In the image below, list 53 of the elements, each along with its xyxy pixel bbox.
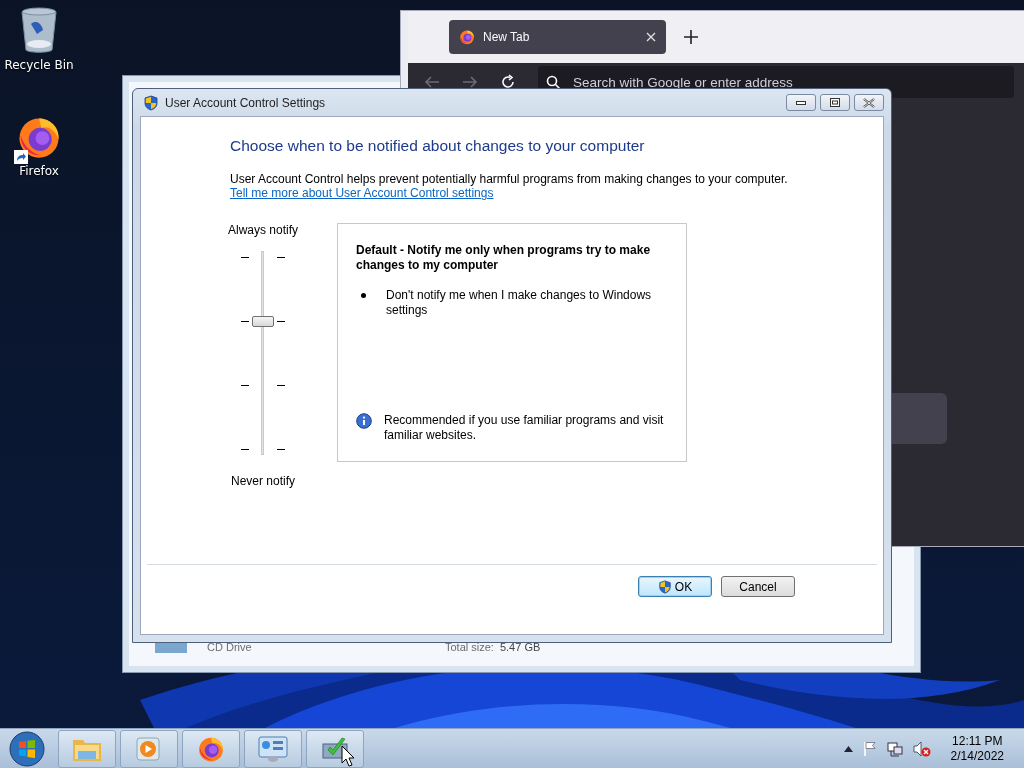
- minimize-button[interactable]: [786, 94, 816, 111]
- volume-icon[interactable]: [912, 740, 931, 757]
- desktop-icon-label[interactable]: Firefox: [19, 164, 59, 178]
- level-title: Default - Notify me only when programs try to make changes to my computer: [356, 243, 652, 273]
- description-text: User Account Control helps prevent potentially harmful programs from making changes to your computer.: [230, 172, 789, 186]
- cancel-button[interactable]: Cancel: [721, 576, 795, 597]
- slider-bottom-label: Never notify: [231, 474, 295, 488]
- new-tab-icon[interactable]: [684, 30, 698, 44]
- control-panel-icon: [257, 734, 289, 763]
- back-arrow-icon[interactable]: [424, 75, 440, 89]
- window-title: User Account Control Settings: [165, 95, 327, 110]
- recommendation-text: Recommended if you use familiar programs and visit familiar websites.: [384, 413, 665, 443]
- flag-icon[interactable]: [862, 741, 877, 756]
- drive-name: CD Drive: [207, 641, 253, 653]
- clock[interactable]: 12:11 PM 2/14/2022: [950, 733, 1004, 764]
- shield-icon: [143, 94, 159, 111]
- slider-thumb[interactable]: [252, 315, 274, 327]
- recycle-bin-icon[interactable]: [19, 6, 59, 54]
- bullet-text: Don't notify me when I make changes to Windows settings: [386, 288, 653, 318]
- maximize-button[interactable]: [820, 94, 850, 111]
- clock-date: 2/14/2022: [950, 748, 1004, 764]
- close-button[interactable]: [854, 94, 884, 111]
- shortcut-arrow-icon: [14, 150, 28, 164]
- forward-arrow-icon[interactable]: [462, 75, 478, 89]
- total-size-value: 5.47 GB: [499, 641, 541, 653]
- notification-slider[interactable]: [241, 251, 285, 455]
- taskbar-button[interactable]: [182, 729, 240, 768]
- slider-top-label: Always notify: [228, 223, 298, 237]
- bullet-icon: [361, 293, 366, 298]
- help-link[interactable]: Tell me more about User Account Control settings: [230, 186, 494, 200]
- info-icon: [356, 413, 372, 429]
- desktop-icon-label[interactable]: Recycle Bin: [4, 58, 74, 72]
- clock-time: 12:11 PM: [952, 733, 1003, 749]
- dialog-heading: Choose when to be notified about changes to your computer: [230, 137, 646, 155]
- search-icon: [546, 74, 561, 90]
- network-icon[interactable]: [886, 740, 903, 757]
- ok-button[interactable]: OK: [638, 576, 712, 597]
- maximize-icon: [830, 98, 840, 107]
- close-icon[interactable]: [646, 32, 656, 42]
- taskbar-button[interactable]: [306, 729, 364, 768]
- reload-icon[interactable]: [500, 74, 516, 90]
- taskbar-button[interactable]: [244, 729, 302, 768]
- show-hidden-icons-icon[interactable]: [843, 745, 853, 752]
- firefox-logo-icon: [459, 29, 475, 45]
- mouse-cursor-icon: [341, 745, 355, 767]
- browser-tab[interactable]: New Tab: [449, 20, 666, 54]
- minimize-icon: [796, 100, 806, 105]
- shield-icon: [657, 579, 672, 594]
- close-icon: [863, 97, 875, 108]
- total-size-label: Total size:: [445, 641, 494, 653]
- start-button[interactable]: [8, 729, 46, 768]
- tab-title: New Tab: [483, 30, 531, 44]
- media-player-icon: [135, 735, 163, 762]
